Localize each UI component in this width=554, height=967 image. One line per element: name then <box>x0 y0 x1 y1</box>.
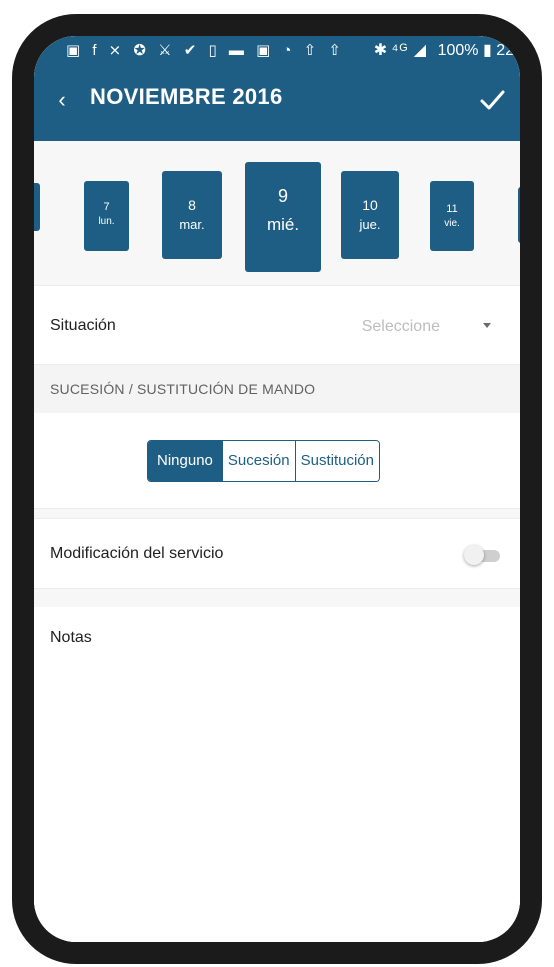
day-name: mar. <box>179 217 205 232</box>
signal-icon: ⁴ᴳ ◢ <box>391 42 428 59</box>
system-status: ✱ ⁴ᴳ ◢ 100% ▮ 22 <box>374 36 514 66</box>
day-number: 10 <box>362 197 378 213</box>
app-screen: ▣ f ⨯ ✪ ⚔ ✔ ▯ ▬ ▣ ◔ ⇧ ⇧ ✱ ⁴ᴳ ◢ 100% ▮ 22… <box>34 36 520 942</box>
back-button[interactable]: ‹ <box>44 82 80 118</box>
day-card-10[interactable]: 10 jue. <box>341 171 399 259</box>
day-number: 8 <box>188 197 196 213</box>
day-card-7[interactable]: 7 lun. <box>84 181 129 251</box>
check-icon <box>480 90 505 110</box>
mando-row: Ninguno Sucesión Sustitución <box>34 413 520 509</box>
situacion-placeholder: Seleccione <box>361 318 440 335</box>
notas-label: Notas <box>50 629 92 646</box>
day-name: jue. <box>359 217 381 232</box>
day-card-12[interactable]: 1 s <box>518 187 528 243</box>
day-number: 9 <box>277 186 288 206</box>
confirm-button[interactable] <box>472 80 512 120</box>
date-strip: 7 lun. 8 mar. 9 mié. 10 jue. 11 vie. 1 s <box>34 141 520 285</box>
mando-segmented-control: Ninguno Sucesión Sustitución <box>147 440 380 482</box>
segment-sustitucion[interactable]: Sustitución <box>294 441 379 481</box>
bluetooth-icon: ✱ <box>373 42 388 59</box>
modificacion-toggle[interactable] <box>464 545 502 565</box>
toggle-knob <box>464 545 484 565</box>
notas-row: Notas <box>34 607 520 942</box>
section-header-mando: SUCESIÓN / SUSTITUCIÓN DE MANDO <box>34 365 520 413</box>
day-card-previous[interactable] <box>34 183 40 231</box>
page-title: NOVIEMBRE 2016 <box>90 84 283 109</box>
day-card-8[interactable]: 8 mar. <box>162 171 222 259</box>
day-name: lun. <box>98 216 115 227</box>
day-name: s <box>522 212 527 222</box>
day-name: vie. <box>444 218 460 229</box>
segment-sucesion[interactable]: Sucesión <box>221 441 295 481</box>
day-number: 11 <box>446 203 458 215</box>
modificacion-row: Modificación del servicio <box>34 519 520 589</box>
day-number: 1 <box>522 199 528 210</box>
day-card-11[interactable]: 11 vie. <box>430 181 474 251</box>
day-card-9-selected[interactable]: 9 mié. <box>245 162 321 272</box>
app-bar: ‹ NOVIEMBRE 2016 <box>34 66 520 141</box>
spacer <box>34 589 520 607</box>
section-title: SUCESIÓN / SUSTITUCIÓN DE MANDO <box>50 381 316 397</box>
segment-ninguno[interactable]: Ninguno <box>148 441 222 481</box>
status-bar: ▣ f ⨯ ✪ ⚔ ✔ ▯ ▬ ▣ ◔ ⇧ ⇧ ✱ ⁴ᴳ ◢ 100% ▮ 22 <box>34 36 520 66</box>
situacion-row: Situación Seleccione <box>34 285 520 365</box>
day-name: mié. <box>266 215 300 234</box>
notas-input[interactable] <box>50 657 504 902</box>
situacion-select[interactable]: Seleccione <box>314 304 504 348</box>
caret-down-icon <box>483 323 491 328</box>
battery-percent: 100% <box>437 42 479 59</box>
day-number: 7 <box>103 201 110 213</box>
phone-frame: ▣ f ⨯ ✪ ⚔ ✔ ▯ ▬ ▣ ◔ ⇧ ⇧ ✱ ⁴ᴳ ◢ 100% ▮ 22… <box>12 14 542 964</box>
clock: 22 <box>496 42 514 59</box>
spacer <box>34 509 520 519</box>
chevron-left-icon: ‹ <box>58 87 66 112</box>
battery-icon: ▮ <box>482 42 492 59</box>
notification-icons: ▣ f ⨯ ✪ ⚔ ✔ ▯ ▬ ▣ ◔ ⇧ ⇧ <box>66 42 345 59</box>
situacion-label: Situación <box>50 317 116 334</box>
modificacion-label: Modificación del servicio <box>50 545 224 562</box>
